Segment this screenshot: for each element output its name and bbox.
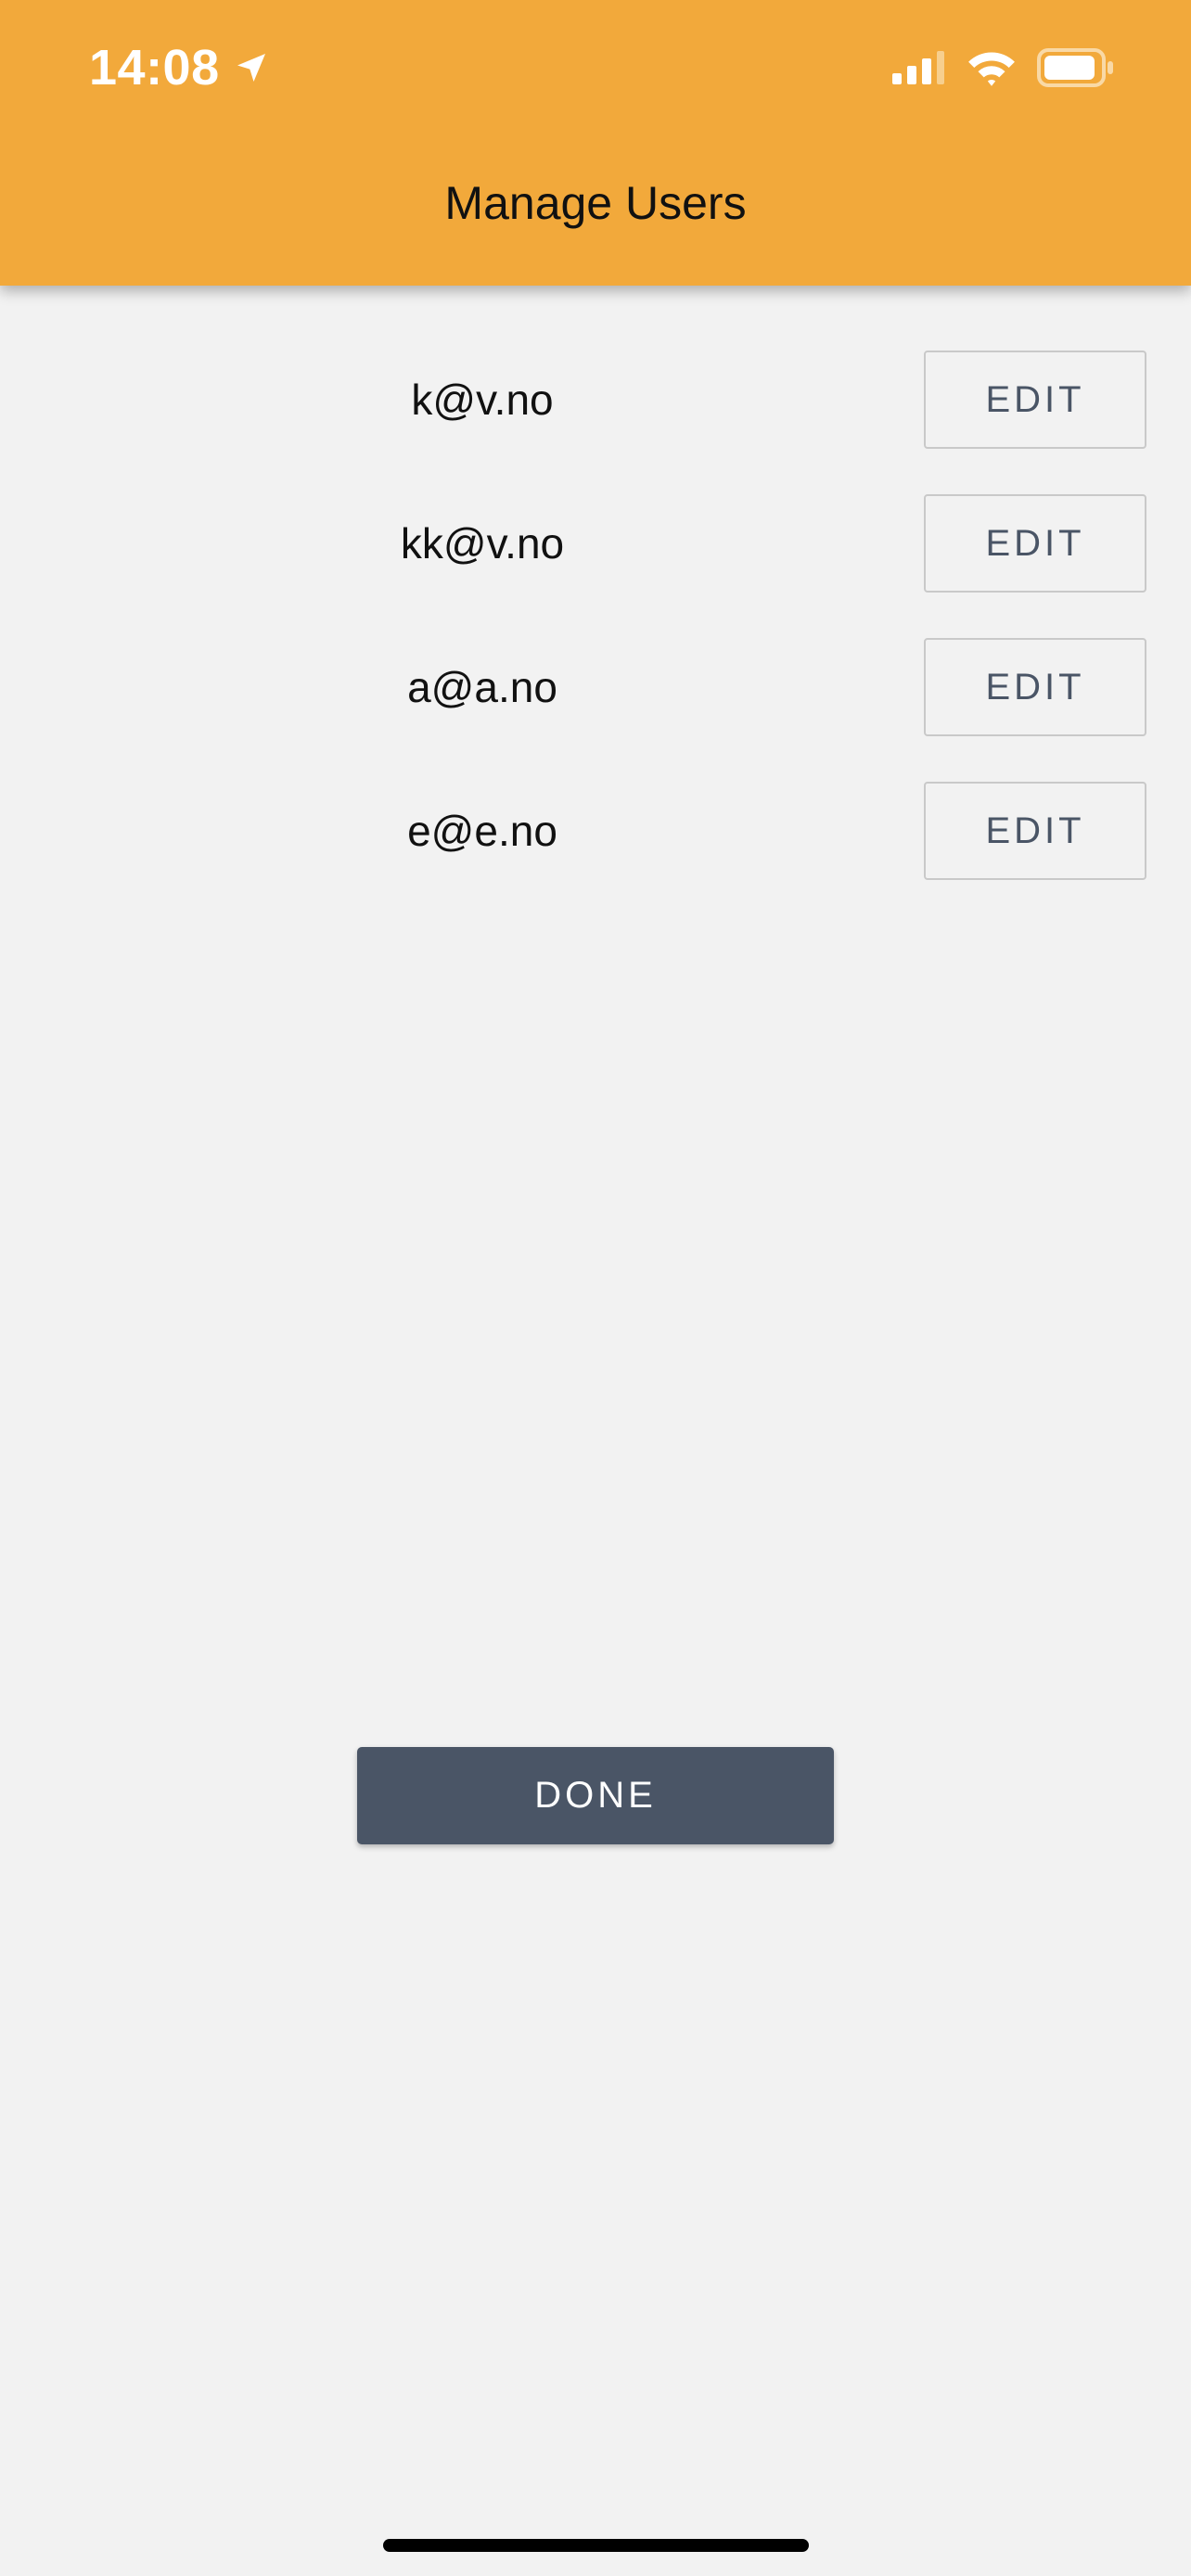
manage-users-screen: 14:08 Manage Users k@v.no EDIT kk@v.no E… — [0, 0, 1191, 2576]
battery-icon — [1037, 48, 1113, 87]
user-email: e@e.no — [407, 807, 557, 855]
user-row: k@v.no EDIT — [0, 351, 1191, 494]
user-email: kk@v.no — [400, 519, 565, 567]
user-row: a@a.no EDIT — [0, 638, 1191, 782]
user-list: k@v.no EDIT kk@v.no EDIT a@a.no EDIT e@e… — [0, 351, 1191, 925]
user-row: kk@v.no EDIT — [0, 494, 1191, 638]
wifi-icon — [968, 52, 1015, 86]
edit-user-button[interactable]: EDIT — [924, 782, 1146, 880]
edit-user-button[interactable]: EDIT — [924, 494, 1146, 593]
status-bar-indicators — [890, 45, 1115, 91]
done-button[interactable]: DONE — [357, 1747, 834, 1844]
edit-user-button[interactable]: EDIT — [924, 351, 1146, 449]
user-row: e@e.no EDIT — [0, 782, 1191, 925]
location-arrow-icon — [237, 54, 265, 82]
cellular-signal-icon — [892, 51, 944, 84]
page-title: Manage Users — [444, 177, 747, 229]
app-header: 14:08 Manage Users — [0, 0, 1191, 286]
edit-user-button[interactable]: EDIT — [924, 638, 1146, 736]
status-time-text: 14:08 — [89, 40, 220, 96]
user-email: k@v.no — [411, 376, 554, 424]
status-bar-time: 14:08 — [89, 37, 270, 98]
home-indicator[interactable] — [383, 2539, 809, 2552]
user-email: a@a.no — [407, 663, 557, 711]
